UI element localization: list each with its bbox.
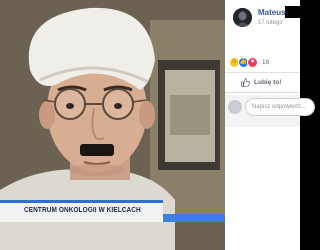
like-button-label: Lubię to! [254,78,282,86]
reaction-summary[interactable]: ☺ 👍 ♥ 16 [229,56,269,68]
love-icon: ♥ [247,56,258,68]
video-still[interactable]: CENTRUM ONKOLOGII W KIELCACH [0,0,225,250]
caption-accent-stripe [163,214,225,222]
author-avatar[interactable] [233,8,252,27]
news-lower-third: CENTRUM ONKOLOGII W KIELCACH [0,196,225,226]
divider [225,72,300,73]
post-timestamp[interactable]: 17 lutego [258,20,283,26]
thumbs-up-icon [241,77,250,87]
like-button[interactable]: Lubię to! [241,74,281,90]
redaction-box [285,6,300,18]
comment-composer: Napisz odpowiedź... [225,95,315,127]
post-side-panel: Mateusz 17 lutego ☺ 👍 ♥ 16 Lubię to! Nap… [225,0,315,250]
viewer-avatar [228,100,242,114]
divider [225,92,300,93]
reaction-count: 16 [262,58,270,66]
caption-text: CENTRUM ONKOLOGII W KIELCACH [24,205,141,214]
comment-input[interactable]: Napisz odpowiedź... [245,98,315,116]
